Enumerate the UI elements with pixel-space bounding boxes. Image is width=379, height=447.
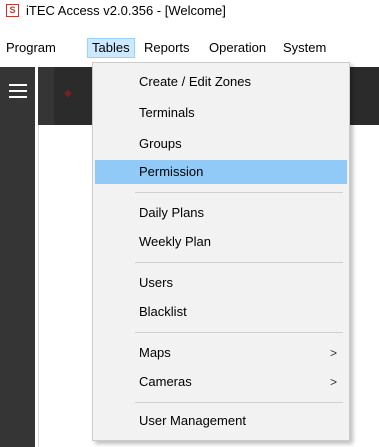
title-bar: S iTEC Access v2.0.356 - [Welcome] <box>0 0 379 22</box>
app-logo-icon: S <box>6 4 19 17</box>
window-title: iTEC Access v2.0.356 - [Welcome] <box>26 3 226 18</box>
menu-item-create-edit-zones[interactable]: Create / Edit Zones <box>95 70 347 94</box>
menu-item-label: Blacklist <box>139 304 187 319</box>
menu-program[interactable]: Program <box>2 38 60 58</box>
menu-item-user-management[interactable]: User Management <box>95 409 347 433</box>
menu-item-blacklist[interactable]: Blacklist <box>95 300 347 324</box>
menu-separator <box>135 402 343 403</box>
hamburger-menu-icon[interactable] <box>9 84 27 98</box>
menu-item-label: Create / Edit Zones <box>139 74 251 89</box>
toolbar-logo-icon: ◆ <box>64 88 72 99</box>
submenu-arrow-icon: > <box>329 346 337 360</box>
menu-item-terminals[interactable]: Terminals <box>95 101 347 125</box>
left-sidebar <box>0 67 35 447</box>
menu-item-label: Weekly Plan <box>139 234 212 249</box>
content-area <box>38 125 92 447</box>
menu-item-weekly-plan[interactable]: Weekly Plan <box>95 230 347 254</box>
secondary-rail <box>38 67 54 125</box>
menu-item-label: Daily Plans <box>139 205 205 220</box>
menu-tables[interactable]: Tables <box>87 38 135 58</box>
menu-separator <box>135 192 343 193</box>
menu-separator <box>135 332 343 333</box>
menu-operation[interactable]: Operation <box>205 38 270 58</box>
menu-item-label: User Management <box>139 413 246 428</box>
menu-item-maps[interactable]: Maps > <box>95 341 347 365</box>
menu-item-label: Users <box>139 275 173 290</box>
menu-item-users[interactable]: Users <box>95 271 347 295</box>
menu-item-label: Cameras <box>139 374 192 389</box>
menu-item-cameras[interactable]: Cameras > <box>95 370 347 394</box>
menu-item-label: Terminals <box>139 105 195 120</box>
menu-item-daily-plans[interactable]: Daily Plans <box>95 201 347 225</box>
menu-item-label: Maps <box>139 345 171 360</box>
menu-reports[interactable]: Reports <box>140 38 194 58</box>
menu-item-label: Permission <box>139 164 204 179</box>
menu-separator <box>135 262 343 263</box>
menu-item-label: Groups <box>139 136 182 151</box>
menu-item-groups[interactable]: Groups <box>95 132 347 156</box>
menu-item-permission[interactable]: Permission <box>95 160 347 184</box>
menu-system[interactable]: System <box>279 38 330 58</box>
tables-dropdown-menu: Create / Edit Zones Terminals Groups Per… <box>92 62 350 441</box>
menu-bar: Program Tables Reports Operation System <box>0 38 379 58</box>
submenu-arrow-icon: > <box>329 375 337 389</box>
